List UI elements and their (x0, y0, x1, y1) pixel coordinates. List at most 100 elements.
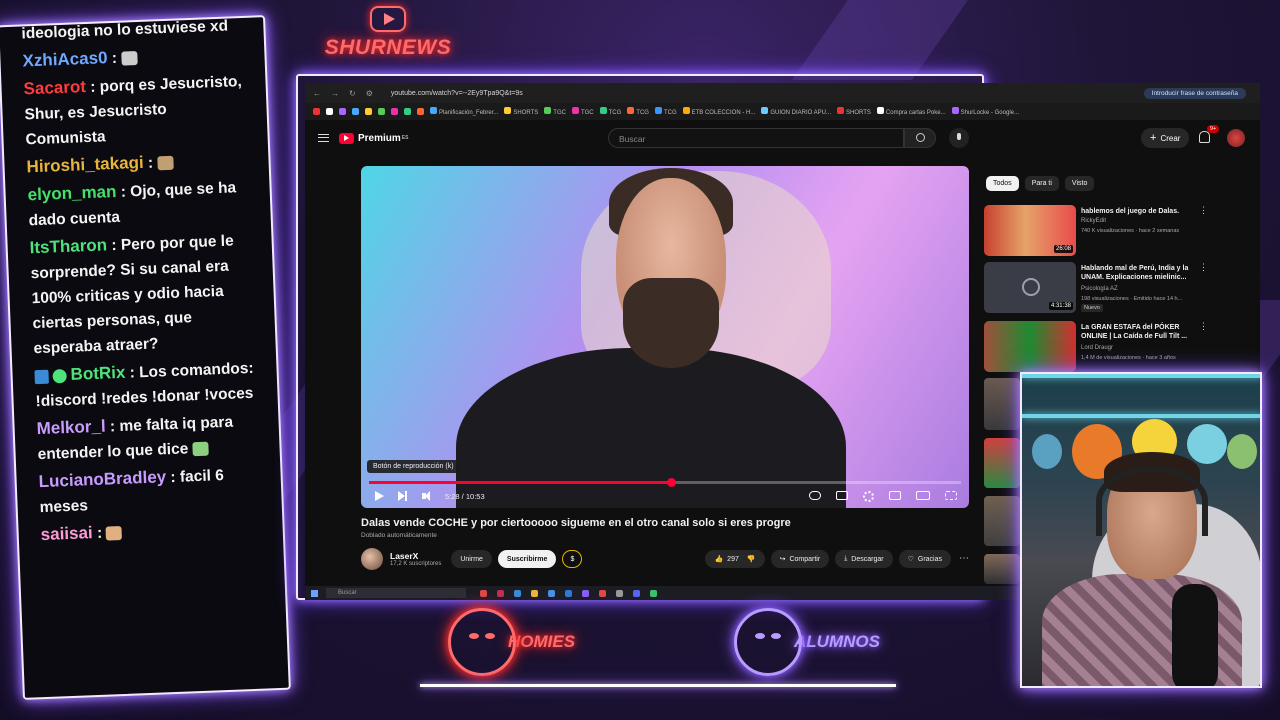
kebab-menu-icon[interactable]: ⋮ (1199, 262, 1208, 273)
chat-username[interactable]: Hiroshi_takagi (26, 153, 144, 176)
bookmark-favicon-icon[interactable] (313, 108, 320, 115)
bookmark-favicon-icon[interactable] (404, 108, 411, 115)
bookmark-item[interactable]: TGC (571, 107, 594, 116)
next-icon[interactable] (397, 490, 409, 502)
recommendation-item[interactable]: 26:08 hablemos del juego de Dalas. Ricky… (984, 205, 1244, 257)
bookmark-item[interactable]: Planificación_Febrer... (430, 107, 498, 116)
bookmark-item[interactable]: TCG (627, 107, 649, 116)
join-button[interactable]: Unirme (451, 550, 492, 568)
reload-icon[interactable]: ↻ (349, 89, 356, 98)
recommendation-channel[interactable]: RickyEdit (1081, 218, 1106, 224)
password-chip[interactable]: Introducir frase de contraseña (1143, 87, 1246, 99)
forward-icon[interactable]: → (331, 89, 339, 98)
taskbar-search[interactable]: Buscar (326, 588, 466, 598)
bookmark-favicon-icon[interactable] (417, 108, 424, 115)
kebab-menu-icon[interactable]: ⋮ (1199, 321, 1208, 332)
bookmark-item[interactable]: TCG (654, 107, 677, 116)
search-icon[interactable] (904, 128, 936, 148)
brave-icon[interactable] (480, 589, 487, 597)
bookmark-favicon-icon[interactable] (378, 108, 385, 115)
download-button[interactable]: ⤓ Descargar (835, 550, 893, 568)
play-icon[interactable] (373, 490, 385, 502)
chat-username[interactable]: saiisai (40, 523, 93, 544)
windows-start-icon[interactable] (311, 589, 318, 597)
recommendation-channel[interactable]: Psicología AZ (1081, 286, 1118, 292)
create-button[interactable]: + Crear (1141, 128, 1190, 148)
filter-chip[interactable]: Para ti (1024, 176, 1059, 191)
chat-username[interactable]: XzhiAcas0 (22, 48, 108, 70)
recommendation-thumbnail[interactable] (984, 496, 1020, 546)
bookmark-favicon-icon[interactable] (365, 108, 372, 115)
recommendation-thumbnail[interactable]: 4:31:38 (984, 262, 1076, 313)
bookmark-item[interactable]: ETB COLECCION - H... (682, 107, 755, 116)
bookmark-favicon-icon[interactable] (326, 108, 333, 115)
search-input[interactable]: Buscar (608, 128, 904, 148)
channel-avatar[interactable] (361, 548, 383, 570)
edge-icon[interactable] (514, 589, 521, 597)
app-icon[interactable] (582, 589, 589, 597)
bookmark-item[interactable]: GUION DIARIO APU... (761, 107, 831, 116)
channel-name[interactable]: LaserX (390, 551, 441, 561)
app-icon[interactable] (497, 589, 504, 597)
progress-scrubber[interactable] (666, 478, 676, 487)
chrome-icon[interactable] (599, 589, 606, 597)
like-button[interactable]: 👍 297 👎 (705, 550, 765, 568)
chat-username[interactable]: LucianoBradley (38, 467, 166, 491)
app-icon[interactable] (650, 589, 657, 597)
video-player[interactable]: Botón de reproducción (k) 5:28 / 10:53 (361, 166, 969, 508)
bookmark-favicon-icon[interactable] (352, 108, 359, 115)
miniplayer-icon[interactable] (889, 490, 901, 500)
bookmark-favicon-icon[interactable] (391, 108, 398, 115)
bookmark-item[interactable]: TGC (544, 107, 566, 116)
chat-username[interactable]: Sacarot (23, 77, 86, 98)
recommendation-item[interactable]: La GRAN ESTAFA del PÓKER ONLINE | La Caí… (984, 321, 1244, 373)
autoplay-toggle[interactable] (809, 490, 821, 500)
bookmark-item[interactable]: SHORTS (504, 107, 538, 116)
chat-username[interactable]: Melkor_l (36, 417, 106, 439)
recommendation-thumbnail[interactable] (984, 554, 1020, 584)
recommendation-title[interactable]: Hablando mal de Perú, India y la UNAM. E… (1081, 264, 1206, 282)
volume-icon[interactable] (421, 490, 433, 502)
youtube-logo[interactable]: Premium ES (339, 132, 408, 144)
subtitles-icon[interactable] (836, 490, 848, 500)
super-thanks-button[interactable]: $ (562, 550, 583, 568)
recommendation-thumbnail[interactable] (984, 378, 1020, 430)
filter-chip[interactable]: Todos (986, 176, 1019, 191)
recommendation-title[interactable]: La GRAN ESTAFA del PÓKER ONLINE | La Caí… (1081, 323, 1206, 341)
theater-mode-icon[interactable] (916, 490, 930, 500)
share-button[interactable]: ↪ Compartir (770, 550, 830, 568)
bookmark-item[interactable]: SHORTS (837, 107, 871, 116)
bookmark-item[interactable]: ShurLocke - Google... (951, 107, 1019, 116)
back-icon[interactable]: ← (313, 89, 321, 98)
outlook-icon[interactable] (565, 589, 572, 597)
chat-username[interactable]: ItsTharon (29, 235, 107, 257)
microphone-icon[interactable] (949, 128, 969, 148)
recommendation-item[interactable]: 4:31:38 Hablando mal de Perú, India y la… (984, 262, 1244, 314)
menu-icon[interactable] (318, 134, 329, 142)
bookmark-item[interactable]: TCG (599, 107, 621, 116)
bookmark-item[interactable]: Compra cartas Poke... (876, 107, 946, 116)
thumbs-down-icon[interactable]: 👎 (747, 555, 756, 563)
bookmark-favicon-icon[interactable] (339, 108, 346, 115)
notifications-icon[interactable] (1199, 131, 1210, 143)
settings-icon[interactable] (616, 589, 623, 597)
chat-username[interactable]: elyon_man (27, 182, 116, 204)
fullscreen-icon[interactable] (945, 490, 957, 500)
recommendation-thumbnail[interactable]: 26:08 (984, 205, 1076, 256)
kebab-menu-icon[interactable]: ⋮ (1199, 205, 1208, 216)
settings-gear-icon[interactable] (863, 490, 874, 502)
folder-icon[interactable] (531, 589, 538, 597)
more-options-icon[interactable]: ⋯ (959, 550, 969, 568)
recommendation-thumbnail[interactable] (984, 438, 1020, 488)
store-icon[interactable] (548, 589, 555, 597)
progress-bar[interactable] (369, 478, 961, 487)
recommendation-title[interactable]: hablemos del juego de Dalas. (1081, 207, 1206, 216)
site-info-icon[interactable]: ⚙ (366, 89, 373, 98)
recommendation-thumbnail[interactable] (984, 321, 1076, 372)
account-avatar[interactable] (1227, 129, 1245, 147)
chat-username[interactable]: BotRix (70, 363, 125, 384)
thanks-button[interactable]: ♡ Gracias (898, 550, 951, 568)
url-field[interactable]: youtube.com/watch?v=--2Ey9Tpa9Q&t=9s (391, 90, 523, 97)
subscribe-button[interactable]: Suscribirme (497, 550, 557, 568)
recommendation-channel[interactable]: Lord Draugr (1081, 345, 1113, 351)
